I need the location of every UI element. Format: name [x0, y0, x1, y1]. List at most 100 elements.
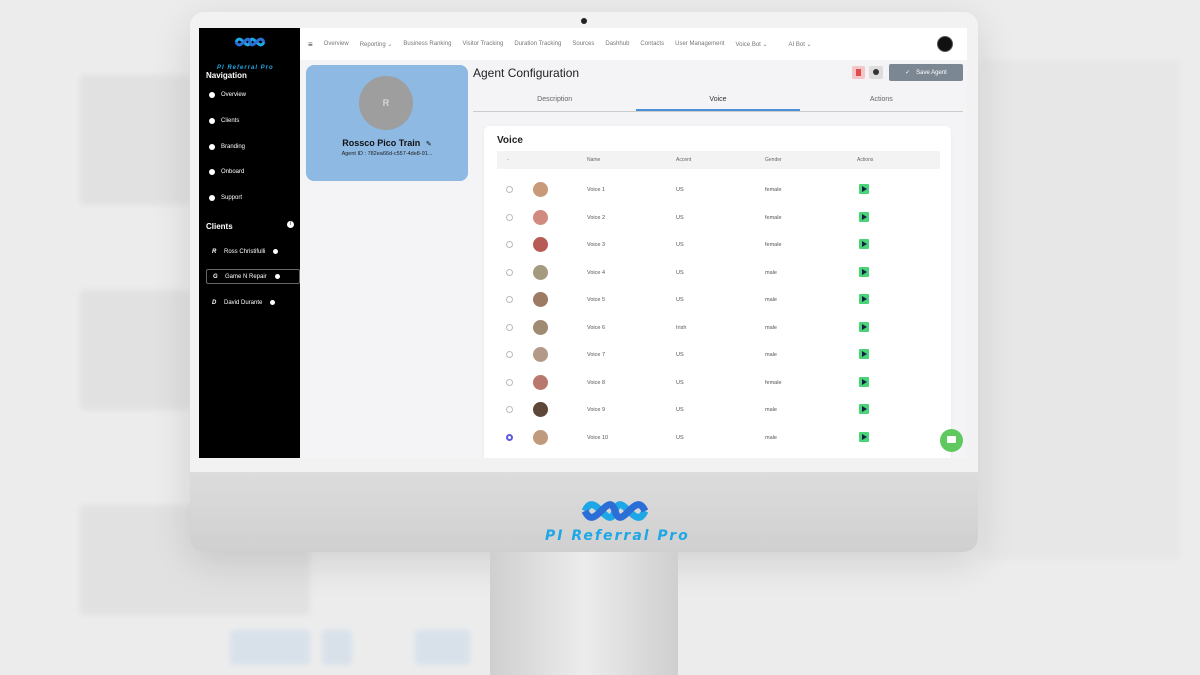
topnav-item[interactable]: Business Ranking [403, 41, 451, 47]
topnav-item[interactable]: AI Bot ⌄ [789, 41, 812, 48]
voice-panel: Voice - Name Accent Gender Actions Voice… [484, 126, 951, 458]
client-item[interactable]: G Game N Repair [206, 269, 300, 284]
avatar [533, 429, 548, 445]
voice-name: Voice 3 [587, 242, 606, 248]
topnav-item[interactable]: Contacts [640, 41, 664, 47]
pie-chart-icon [209, 92, 215, 98]
chat-icon[interactable] [940, 429, 963, 452]
monitor: PI Referral Pro Navigation Overview Clie… [190, 12, 978, 552]
topnav-item[interactable]: Dashhub [605, 41, 629, 47]
topnav-item[interactable]: Overview [324, 41, 349, 47]
background-card [80, 75, 190, 205]
voice-radio[interactable] [506, 406, 513, 413]
play-icon[interactable] [859, 184, 869, 194]
info-icon[interactable]: i [287, 221, 294, 228]
voice-name: Voice 9 [587, 407, 606, 413]
voice-radio[interactable] [506, 296, 513, 303]
voice-radio[interactable] [506, 351, 513, 358]
voice-radio[interactable] [506, 213, 513, 221]
sidebar-item-branding[interactable]: Branding [209, 144, 245, 150]
table-row[interactable]: Voice 7 US male [497, 341, 940, 368]
play-icon[interactable] [859, 294, 869, 304]
play-icon[interactable] [859, 431, 869, 442]
sidebar-item-overview[interactable]: Overview [209, 92, 246, 98]
brand-logo-icon[interactable] [233, 32, 267, 52]
topnav-item[interactable]: Reporting ⌄ [360, 41, 393, 48]
avatar [533, 237, 548, 252]
agent-name: Rossco Pico Train ✎ [306, 138, 468, 148]
play-icon[interactable] [859, 321, 869, 332]
agent-avatar[interactable]: R [359, 76, 413, 130]
topnav-item[interactable]: User Management [675, 41, 724, 47]
table-row[interactable]: Voice 8 US female [497, 369, 940, 396]
voice-gender: female [765, 187, 782, 193]
table-row[interactable]: Voice 9 US male [497, 396, 940, 423]
gear-icon[interactable] [274, 274, 280, 279]
play-icon[interactable] [859, 349, 869, 359]
topnav-item-label: Voice Bot [735, 41, 761, 48]
table-row[interactable]: Voice 3 US female [497, 231, 940, 258]
chevron-down-icon: ⌄ [806, 41, 812, 48]
palette-icon [209, 169, 215, 175]
voice-radio[interactable] [506, 241, 513, 248]
voice-name: Voice 5 [587, 297, 606, 303]
client-initial: D [212, 299, 217, 306]
gear-icon[interactable] [273, 249, 279, 254]
voice-radio[interactable] [506, 433, 513, 441]
menu-icon[interactable]: ≡ [308, 40, 313, 49]
palette-icon [209, 144, 215, 150]
column-header: Actions [857, 157, 874, 163]
voice-gender: male [765, 324, 777, 331]
client-item[interactable]: D David Durante [206, 295, 300, 310]
client-item[interactable]: R Ross Christifulli [206, 244, 300, 259]
play-icon[interactable] [859, 376, 869, 387]
voice-radio[interactable] [506, 323, 513, 331]
tab-actions[interactable]: Actions [800, 90, 963, 111]
monitor-stand [490, 552, 678, 675]
table-row[interactable]: Voice 4 US male [497, 259, 940, 286]
agent-id: Agent ID : 782ea66d-c557-4de8-91... [341, 151, 433, 157]
play-icon[interactable] [859, 211, 869, 222]
voice-radio[interactable] [506, 378, 513, 386]
table-row[interactable]: Voice 2 US female [497, 204, 940, 231]
voice-radio[interactable] [506, 268, 513, 276]
voice-radio[interactable] [506, 186, 513, 193]
topnav-item[interactable]: Duration Tracking [514, 41, 561, 47]
topnav-item[interactable]: Visitor Tracking [462, 41, 503, 47]
voice-gender: female [765, 379, 782, 386]
table-row[interactable]: Voice 5 US male [497, 286, 940, 313]
sidebar-item-label: Branding [221, 144, 246, 150]
delete-button[interactable] [852, 66, 865, 79]
background-card [980, 60, 1180, 560]
topnav-item[interactable]: Voice Bot ⌄ [735, 41, 767, 48]
sidebar-item-clients[interactable]: Clients [209, 118, 239, 124]
tab-voice[interactable]: Voice [636, 90, 800, 111]
sidebar-item-label: Onboard [221, 169, 245, 175]
table-row[interactable]: Voice 1 US female [497, 176, 940, 203]
column-header: Name [587, 157, 601, 163]
table-row[interactable]: Voice 10 US male [497, 424, 940, 451]
clients-heading: Clients [206, 222, 233, 231]
tab-description[interactable]: Description [473, 90, 636, 111]
user-avatar[interactable] [937, 36, 953, 52]
voice-name: Voice 10 [587, 434, 609, 441]
camera-dot [581, 18, 587, 24]
table-row[interactable]: Voice 6 Irish male [497, 314, 940, 341]
play-icon[interactable] [859, 266, 869, 277]
duplicate-button[interactable] [869, 66, 883, 79]
sidebar-item-onboard[interactable]: Onboard [209, 169, 244, 175]
sidebar-item-support[interactable]: Support [209, 195, 242, 201]
play-icon[interactable] [859, 404, 869, 414]
voice-gender: female [765, 214, 782, 221]
voice-accent: Irish [676, 324, 687, 331]
column-header: Gender [765, 157, 782, 163]
gear-icon[interactable] [270, 300, 276, 305]
table-header: - Name Accent Gender Actions [497, 151, 940, 169]
top-navigation: ≡ Overview Reporting ⌄ Business Ranking … [300, 28, 967, 60]
edit-icon[interactable]: ✎ [426, 141, 432, 148]
play-icon[interactable] [859, 239, 869, 249]
topnav-item[interactable]: Sources [572, 41, 594, 47]
save-agent-button[interactable]: ✓ Save Agent [889, 64, 963, 81]
voice-accent: US [676, 379, 684, 386]
voice-gender: female [765, 242, 782, 248]
